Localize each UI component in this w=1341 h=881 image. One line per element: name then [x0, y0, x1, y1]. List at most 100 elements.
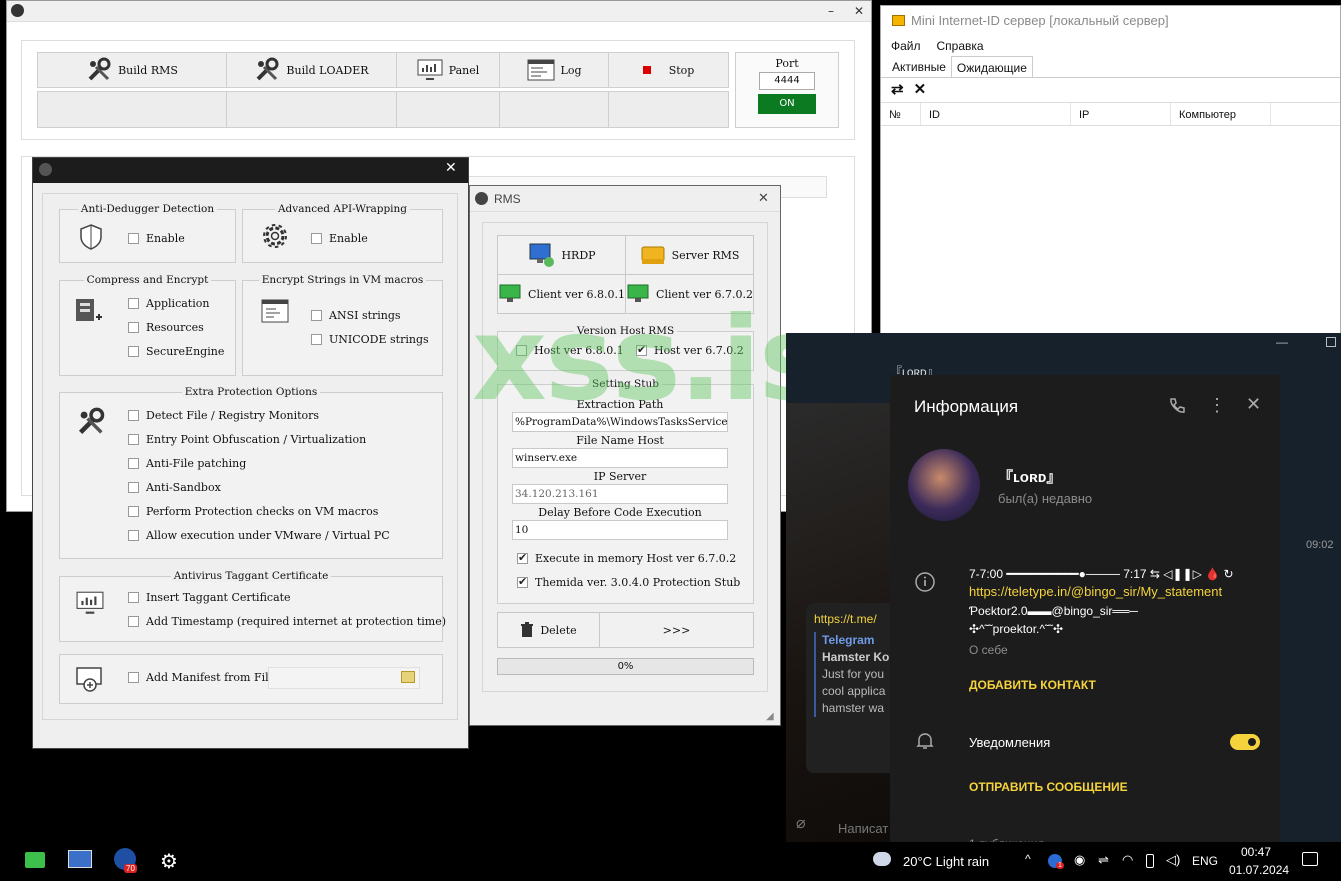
checkbox[interactable]: [517, 575, 528, 588]
battery-icon[interactable]: [1146, 854, 1154, 868]
checkbox[interactable]: [516, 345, 527, 356]
close-button[interactable]: ✕: [845, 1, 873, 21]
checkbox[interactable]: [128, 592, 139, 603]
usb-icon[interactable]: ⇌: [1098, 852, 1109, 868]
clock-date[interactable]: 01.07.2024: [1229, 863, 1289, 877]
menu-help[interactable]: Справка: [937, 36, 984, 56]
anti-sandbox[interactable]: Anti-Sandbox: [128, 481, 221, 494]
checkbox[interactable]: [128, 482, 139, 493]
checkbox[interactable]: [128, 506, 139, 517]
encrypt-ansi[interactable]: ANSI strings: [311, 309, 401, 322]
checkbox[interactable]: [311, 334, 322, 345]
checkbox[interactable]: [128, 233, 139, 244]
notifications-toggle[interactable]: [1230, 734, 1260, 750]
weather-text[interactable]: 20°C Light rain: [903, 854, 989, 869]
checkbox[interactable]: [311, 233, 322, 244]
file-name-input[interactable]: winserv.exe: [512, 448, 728, 468]
add-timestamp[interactable]: Add Timestamp (required internet at prot…: [128, 615, 446, 628]
execute-in-memory-option[interactable]: Execute in memory Host ver 6.7.0.2: [517, 551, 736, 565]
on-button[interactable]: ON: [758, 94, 816, 114]
tab-active[interactable]: Активные: [887, 56, 951, 77]
phone-icon[interactable]: [1168, 397, 1186, 415]
anti-file-patching[interactable]: Anti-File patching: [128, 457, 246, 470]
close-icon[interactable]: ✕: [914, 78, 927, 102]
menu-file[interactable]: Файл: [891, 36, 921, 56]
empty-slot-5[interactable]: [608, 91, 729, 128]
checkbox[interactable]: [517, 551, 528, 564]
minimize-button[interactable]: –: [817, 1, 845, 21]
gear-icon[interactable]: ⚙: [160, 849, 178, 873]
minimize-button[interactable]: —: [1276, 335, 1288, 349]
insert-taggant[interactable]: Insert Taggant Certificate: [128, 591, 291, 604]
language-indicator[interactable]: ENG: [1192, 854, 1218, 868]
vm-macro-checks[interactable]: Perform Protection checks on VM macros: [128, 505, 378, 518]
delete-button[interactable]: Delete: [497, 612, 600, 648]
send-message-button[interactable]: ОТПРАВИТЬ СООБЩЕНИЕ: [969, 780, 1128, 794]
api-wrapping-enable[interactable]: Enable: [311, 232, 368, 245]
empty-slot-3[interactable]: [396, 91, 500, 128]
checkbox[interactable]: [128, 616, 139, 627]
volume-icon[interactable]: ◁): [1166, 852, 1180, 868]
empty-slot-4[interactable]: [499, 91, 609, 128]
encrypt-unicode[interactable]: UNICODE strings: [311, 333, 429, 346]
manifest-path-input[interactable]: [268, 667, 420, 689]
empty-slot-1[interactable]: [37, 91, 227, 128]
detect-monitors[interactable]: Detect File / Registry Monitors: [128, 409, 319, 422]
cloud-rain-icon[interactable]: [873, 852, 891, 866]
client-6702-button[interactable]: Client ver 6.7.0.2: [625, 274, 754, 314]
stop-button[interactable]: Stop: [608, 52, 729, 88]
bio-link[interactable]: https://teletype.in/@bingo_sir/My_statem…: [969, 584, 1222, 599]
tab-pending[interactable]: Ожидающие: [950, 56, 1033, 77]
themida-option[interactable]: Themida ver. 3.0.4.0 Protection Stub: [517, 575, 740, 589]
entry-point-obfuscation[interactable]: Entry Point Obfuscation / Virtualization: [128, 433, 366, 446]
build-loader-button[interactable]: Build LOADER: [226, 52, 397, 88]
remote-app-icon[interactable]: [68, 850, 92, 868]
avatar[interactable]: [908, 449, 980, 521]
anti-debugger-enable[interactable]: Enable: [128, 232, 185, 245]
maximize-button[interactable]: [1326, 337, 1336, 347]
network-app-icon[interactable]: [25, 852, 45, 868]
host-6702-option[interactable]: Host ver 6.7.0.2: [636, 343, 744, 357]
compress-resources[interactable]: Resources: [128, 321, 204, 334]
resize-grip-icon[interactable]: ◢: [766, 711, 774, 722]
panel-button[interactable]: Panel: [396, 52, 500, 88]
checkbox[interactable]: [128, 298, 139, 309]
chevron-up-icon[interactable]: ^: [1025, 852, 1031, 866]
close-button[interactable]: ✕: [445, 160, 457, 176]
allow-vmware[interactable]: Allow execution under VMware / Virtual P…: [128, 529, 390, 542]
checkbox[interactable]: [311, 310, 322, 321]
hrdp-button[interactable]: HRDP: [497, 235, 626, 275]
server-rms-button[interactable]: Server RMS: [625, 235, 754, 275]
delay-input[interactable]: 10: [512, 520, 728, 540]
build-rms-button[interactable]: Build RMS: [37, 52, 227, 88]
extraction-path-input[interactable]: %ProgramData%\WindowsTasksService: [512, 412, 728, 432]
refresh-icon[interactable]: ⇄: [891, 78, 904, 102]
compress-secureengine[interactable]: SecureEngine: [128, 345, 224, 358]
chat-link[interactable]: https://t.me/: [814, 611, 898, 628]
checkbox[interactable]: [128, 672, 139, 683]
close-icon[interactable]: ✕: [1246, 394, 1261, 415]
close-button[interactable]: ✕: [758, 186, 769, 212]
add-contact-button[interactable]: ДОБАВИТЬ КОНТАКТ: [969, 678, 1096, 692]
next-button[interactable]: >>>: [599, 612, 754, 648]
notification-center-icon[interactable]: [1302, 852, 1318, 866]
checkbox[interactable]: [128, 410, 139, 421]
checkbox[interactable]: [128, 530, 139, 541]
chat-tray-icon[interactable]: ◉: [1074, 852, 1085, 868]
more-icon[interactable]: ⋮: [1208, 395, 1226, 416]
ip-server-input[interactable]: 34.120.213.161: [512, 484, 728, 504]
folder-icon[interactable]: [401, 671, 415, 683]
clock-time[interactable]: 00:47: [1241, 845, 1271, 859]
port-input[interactable]: 4444: [759, 72, 815, 90]
host-681-option[interactable]: Host ver 6.8.0.1: [516, 344, 624, 357]
checkbox[interactable]: [128, 322, 139, 333]
message-input[interactable]: Написат: [838, 821, 888, 836]
checkbox[interactable]: [128, 346, 139, 357]
checkbox[interactable]: [128, 458, 139, 469]
checkbox[interactable]: [128, 434, 139, 445]
checkbox[interactable]: [636, 343, 647, 356]
compress-application[interactable]: Application: [128, 297, 209, 310]
wifi-icon[interactable]: ◠: [1122, 852, 1133, 868]
attach-icon[interactable]: ⌀: [796, 813, 806, 833]
log-button[interactable]: Log: [499, 52, 609, 88]
